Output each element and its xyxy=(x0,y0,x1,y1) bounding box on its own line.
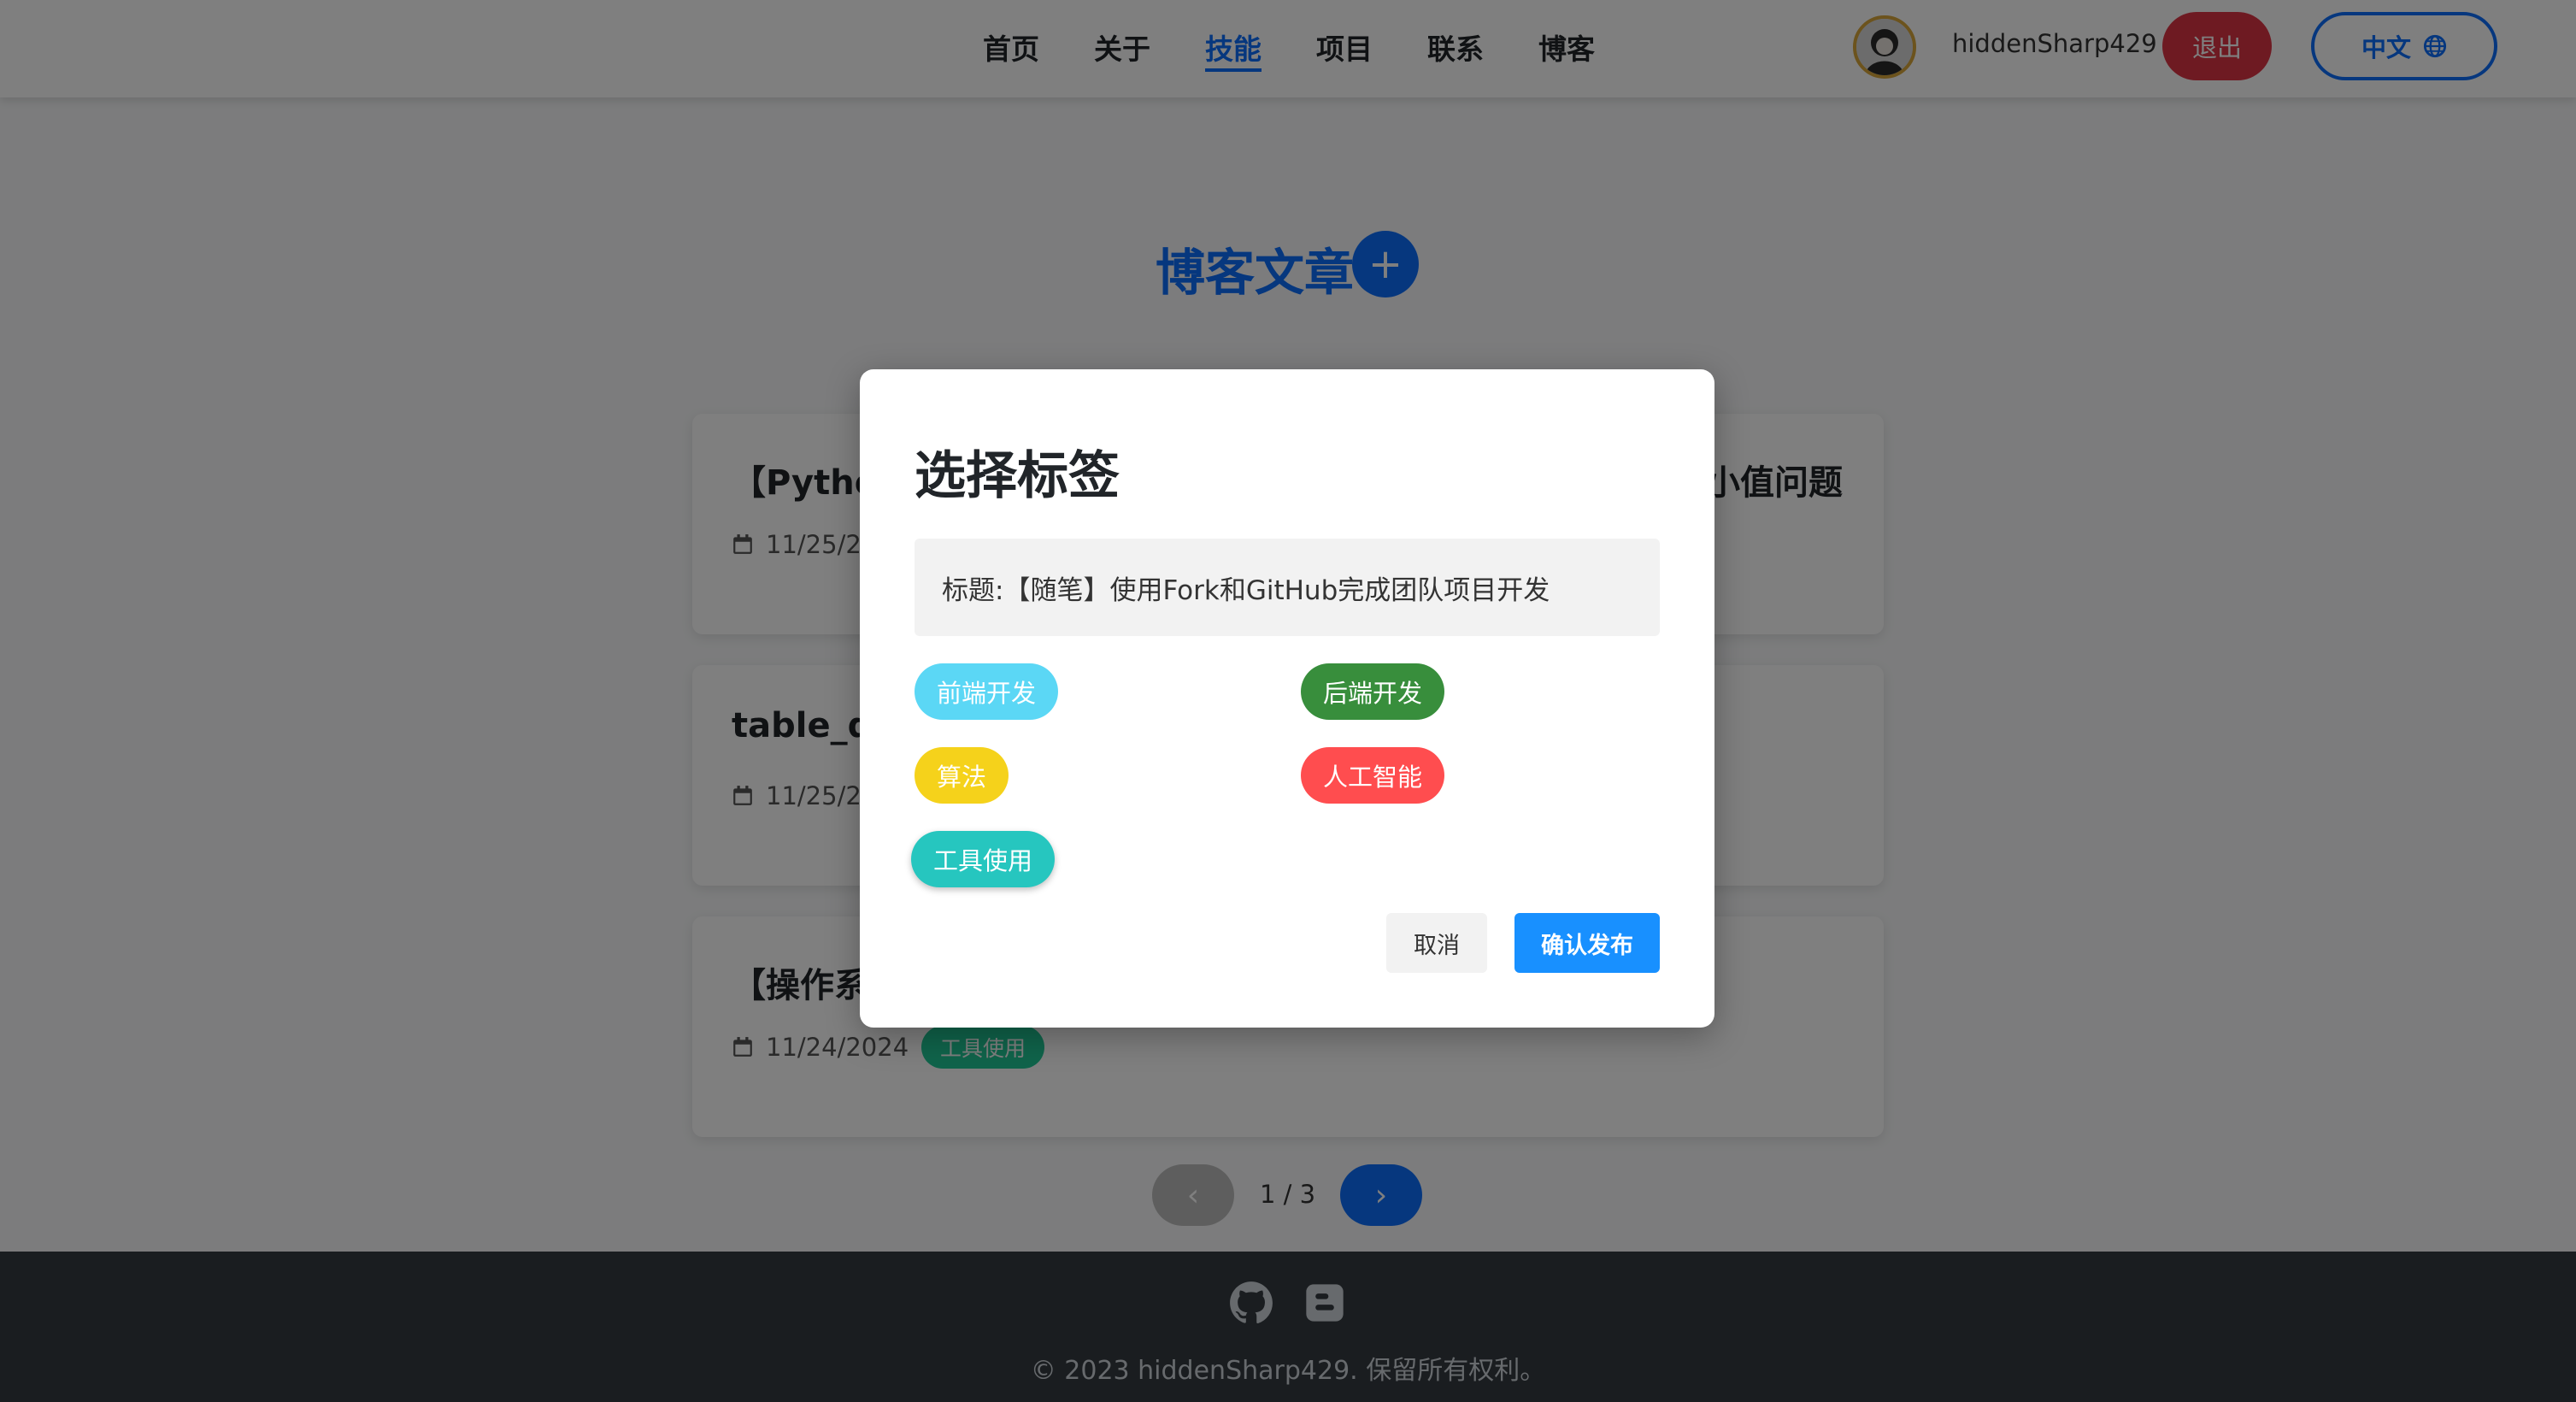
tag-option-frontend[interactable]: 前端开发 xyxy=(915,663,1059,720)
post-title-box: 标题:【随笔】使用Fork和GitHub完成团队项目开发 xyxy=(915,539,1660,636)
dialog-title: 选择标签 xyxy=(915,446,1120,506)
tag-option-backend[interactable]: 后端开发 xyxy=(1301,663,1445,720)
cancel-button[interactable]: 取消 xyxy=(1386,913,1487,973)
confirm-publish-button[interactable]: 确认发布 xyxy=(1514,913,1660,973)
tag-option-tools[interactable]: 工具使用 xyxy=(911,831,1056,887)
tag-option-ai[interactable]: 人工智能 xyxy=(1301,747,1445,804)
tag-select-dialog: 选择标签 标题:【随笔】使用Fork和GitHub完成团队项目开发 前端开发 后… xyxy=(860,369,1714,1028)
tag-option-algorithm[interactable]: 算法 xyxy=(915,747,1009,804)
